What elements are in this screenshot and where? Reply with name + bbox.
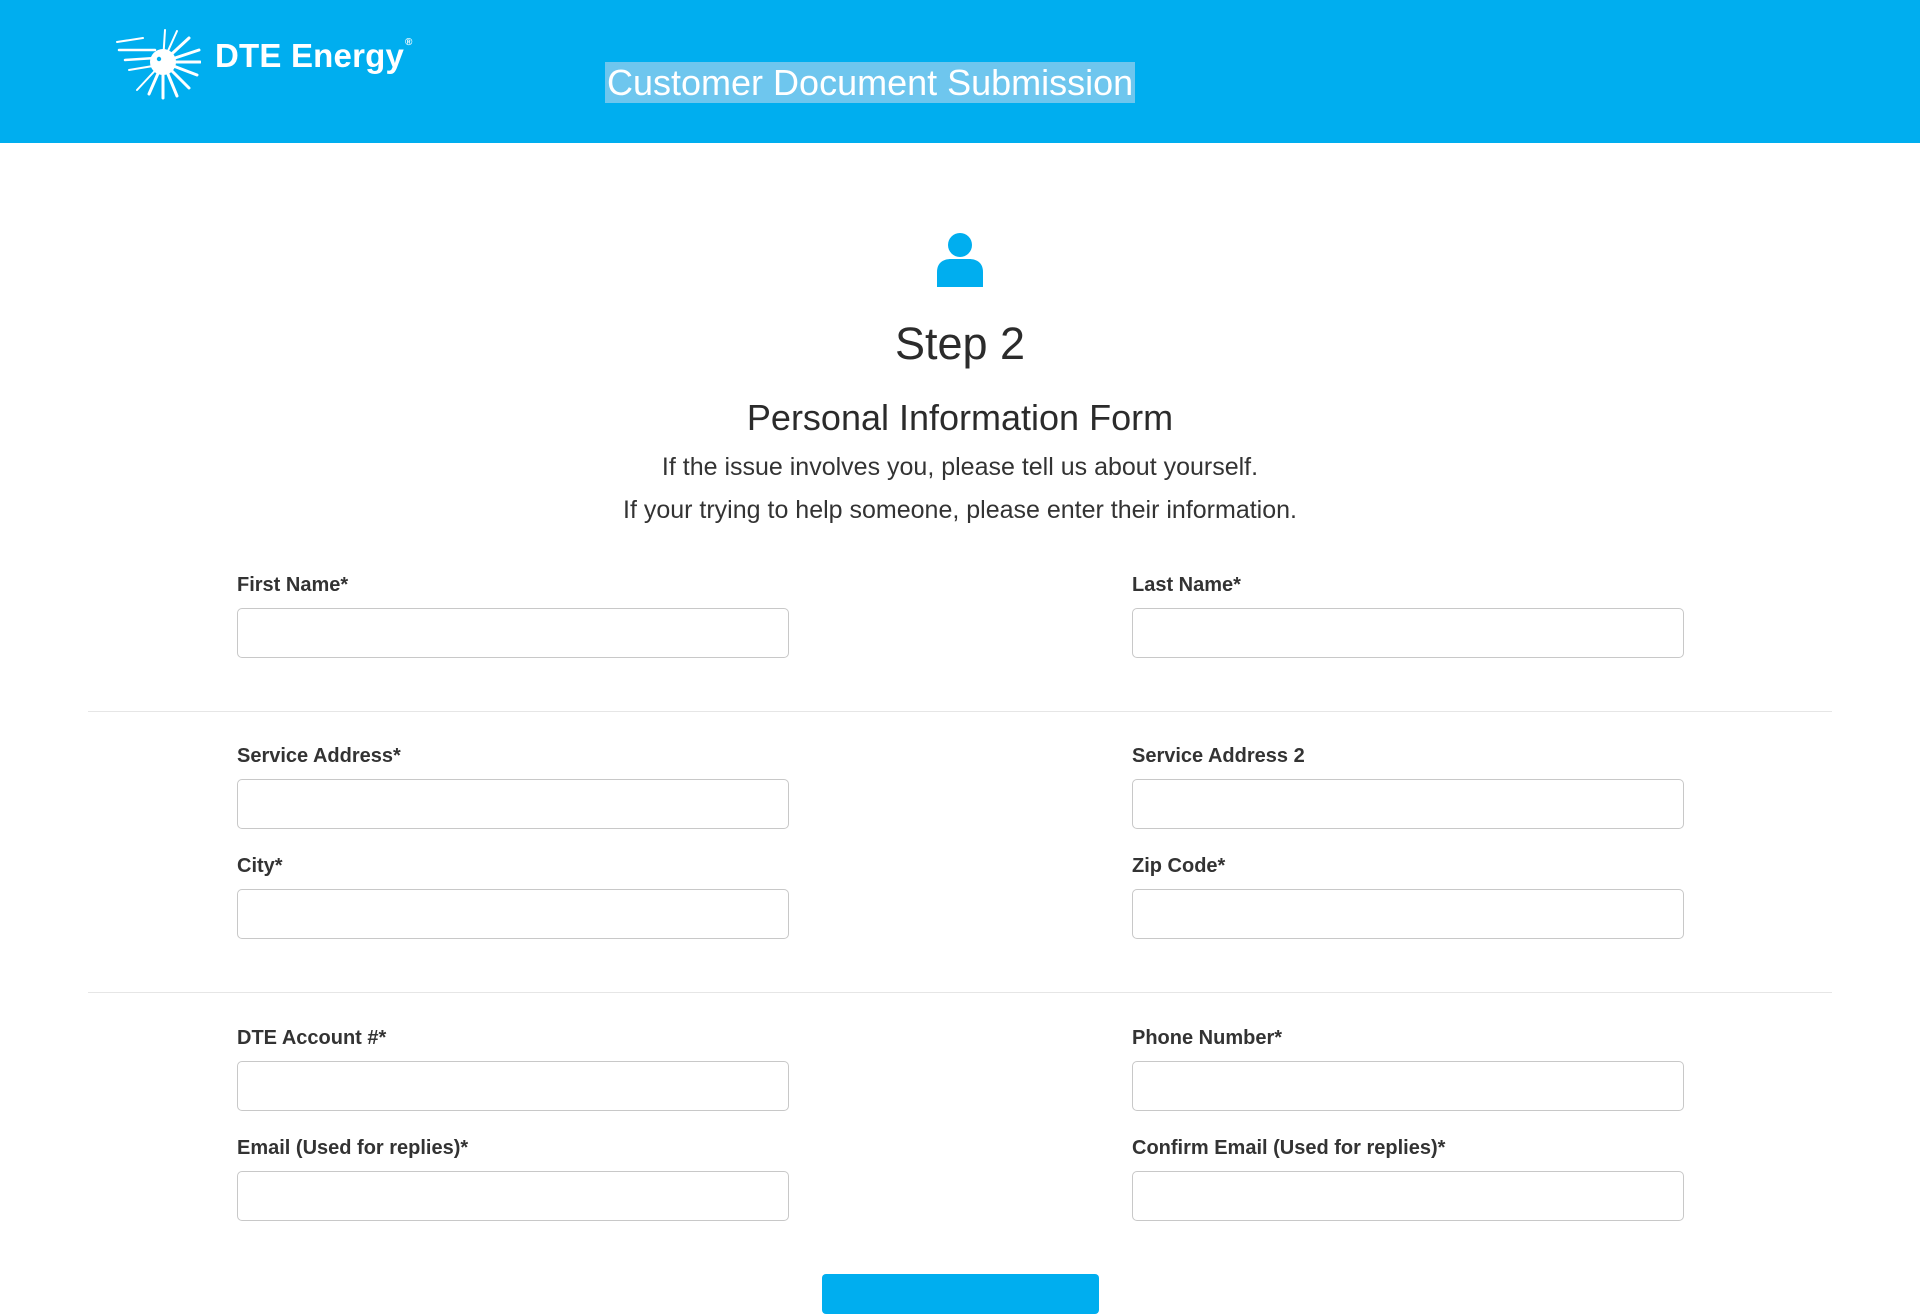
first-name-input[interactable] — [237, 608, 789, 658]
last-name-input[interactable] — [1132, 608, 1684, 658]
person-icon — [937, 233, 983, 287]
dte-account-input[interactable] — [237, 1061, 789, 1111]
confirm-email-label: Confirm Email (Used for replies)* — [1132, 1137, 1446, 1159]
city-input[interactable] — [237, 889, 789, 939]
first-name-label: First Name* — [237, 574, 349, 596]
service-address-2-input[interactable] — [1132, 779, 1684, 829]
email-input[interactable] — [237, 1171, 789, 1221]
city-label: City* — [237, 855, 283, 877]
dte-account-label: DTE Account #* — [237, 1027, 387, 1049]
confirm-email-input[interactable] — [1132, 1171, 1684, 1221]
email-label: Email (Used for replies)* — [237, 1137, 469, 1159]
dte-energy-logo[interactable]: DTE Energy® — [115, 22, 435, 106]
intro-text-line-1: If the issue involves you, please tell u… — [661, 453, 1259, 481]
zip-code-input[interactable] — [1132, 889, 1684, 939]
last-name-label: Last Name* — [1132, 574, 1241, 596]
form-title: Personal Information Form — [746, 397, 1174, 438]
page-title: Customer Document Submission — [605, 62, 1136, 103]
step-title: Step 2 — [894, 318, 1026, 369]
page-header: DTE Energy® Customer Document Submission — [0, 0, 1920, 143]
section-divider — [88, 992, 1832, 993]
intro-text-line-2: If your trying to help someone, please e… — [623, 496, 1297, 524]
zip-code-label: Zip Code* — [1132, 855, 1226, 877]
service-address-input[interactable] — [237, 779, 789, 829]
service-address-label: Service Address* — [237, 745, 401, 767]
next-button[interactable] — [822, 1274, 1099, 1314]
service-address-2-label: Service Address 2 — [1132, 745, 1305, 767]
sunburst-logo-icon — [116, 29, 201, 100]
phone-number-input[interactable] — [1132, 1061, 1684, 1111]
phone-number-label: Phone Number* — [1132, 1027, 1283, 1049]
logo-wordmark: DTE Energy® — [215, 37, 413, 74]
section-divider — [88, 711, 1832, 712]
